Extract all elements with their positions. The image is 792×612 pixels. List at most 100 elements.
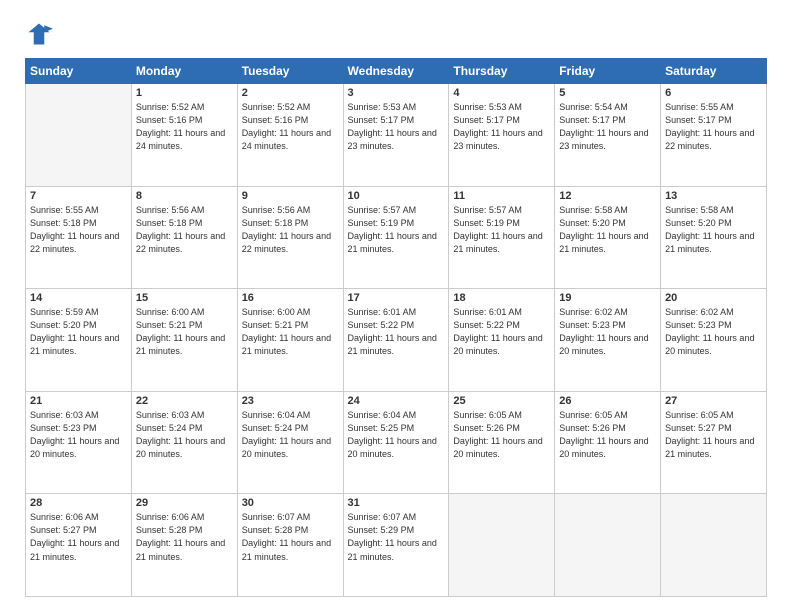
day-number: 22 bbox=[136, 395, 233, 407]
day-detail: Sunrise: 5:59 AM Sunset: 5:20 PM Dayligh… bbox=[30, 306, 127, 358]
day-number: 11 bbox=[453, 190, 550, 202]
day-detail: Sunrise: 5:55 AM Sunset: 5:18 PM Dayligh… bbox=[30, 204, 127, 256]
day-number: 10 bbox=[348, 190, 445, 202]
calendar-cell: 28Sunrise: 6:06 AM Sunset: 5:27 PM Dayli… bbox=[26, 494, 132, 597]
day-detail: Sunrise: 6:01 AM Sunset: 5:22 PM Dayligh… bbox=[348, 306, 445, 358]
calendar-cell: 19 Sunrise: 6:02 AM Sunset: 5:23 PM Dayli… bbox=[555, 289, 661, 392]
weekday-header-wednesday: Wednesday bbox=[343, 59, 449, 84]
calendar-week-4: 21 Sunrise: 6:03 AM Sunset: 5:23 PM Dayli… bbox=[26, 391, 767, 494]
calendar-week-5: 28Sunrise: 6:06 AM Sunset: 5:27 PM Dayli… bbox=[26, 494, 767, 597]
calendar-cell: 2Sunrise: 5:52 AM Sunset: 5:16 PM Daylig… bbox=[237, 84, 343, 187]
day-detail: Sunrise: 5:58 AM Sunset: 5:20 PM Dayligh… bbox=[559, 204, 656, 256]
day-number: 14 bbox=[30, 292, 127, 304]
header bbox=[25, 20, 767, 48]
calendar-cell bbox=[26, 84, 132, 187]
day-number: 17 bbox=[348, 292, 445, 304]
day-number: 26 bbox=[559, 395, 656, 407]
day-number: 15 bbox=[136, 292, 233, 304]
day-detail: Sunrise: 6:02 AM Sunset: 5:23 PM Dayligh… bbox=[665, 306, 762, 358]
calendar-cell: 14 Sunrise: 5:59 AM Sunset: 5:20 PM Dayli… bbox=[26, 289, 132, 392]
day-number: 9 bbox=[242, 190, 339, 202]
day-number: 24 bbox=[348, 395, 445, 407]
day-number: 16 bbox=[242, 292, 339, 304]
weekday-header-tuesday: Tuesday bbox=[237, 59, 343, 84]
day-detail: Sunrise: 5:55 AM Sunset: 5:17 PM Dayligh… bbox=[665, 101, 762, 153]
calendar-cell: 9 Sunrise: 5:56 AM Sunset: 5:18 PM Daylig… bbox=[237, 186, 343, 289]
day-number: 21 bbox=[30, 395, 127, 407]
calendar-cell: 31 Sunrise: 6:07 AM Sunset: 5:29 PM Dayli… bbox=[343, 494, 449, 597]
weekday-header-friday: Friday bbox=[555, 59, 661, 84]
calendar-week-2: 7 Sunrise: 5:55 AM Sunset: 5:18 PM Daylig… bbox=[26, 186, 767, 289]
day-detail: Sunrise: 6:01 AM Sunset: 5:22 PM Dayligh… bbox=[453, 306, 550, 358]
day-number: 20 bbox=[665, 292, 762, 304]
day-detail: Sunrise: 6:05 AM Sunset: 5:27 PM Dayligh… bbox=[665, 409, 762, 461]
calendar-cell: 23Sunrise: 6:04 AM Sunset: 5:24 PM Dayli… bbox=[237, 391, 343, 494]
calendar-week-3: 14 Sunrise: 5:59 AM Sunset: 5:20 PM Dayli… bbox=[26, 289, 767, 392]
calendar-cell: 6Sunrise: 5:55 AM Sunset: 5:17 PM Daylig… bbox=[661, 84, 767, 187]
calendar-cell bbox=[449, 494, 555, 597]
day-number: 29 bbox=[136, 497, 233, 509]
day-detail: Sunrise: 5:57 AM Sunset: 5:19 PM Dayligh… bbox=[453, 204, 550, 256]
day-number: 5 bbox=[559, 87, 656, 99]
day-number: 25 bbox=[453, 395, 550, 407]
weekday-header-saturday: Saturday bbox=[661, 59, 767, 84]
day-detail: Sunrise: 6:05 AM Sunset: 5:26 PM Dayligh… bbox=[559, 409, 656, 461]
weekday-header-thursday: Thursday bbox=[449, 59, 555, 84]
day-detail: Sunrise: 6:07 AM Sunset: 5:28 PM Dayligh… bbox=[242, 511, 339, 563]
page: SundayMondayTuesdayWednesdayThursdayFrid… bbox=[0, 0, 792, 612]
day-number: 3 bbox=[348, 87, 445, 99]
day-number: 23 bbox=[242, 395, 339, 407]
day-number: 4 bbox=[453, 87, 550, 99]
calendar-cell: 4 Sunrise: 5:53 AM Sunset: 5:17 PM Daylig… bbox=[449, 84, 555, 187]
logo bbox=[25, 20, 57, 48]
day-detail: Sunrise: 5:56 AM Sunset: 5:18 PM Dayligh… bbox=[136, 204, 233, 256]
day-detail: Sunrise: 5:58 AM Sunset: 5:20 PM Dayligh… bbox=[665, 204, 762, 256]
calendar-cell: 26 Sunrise: 6:05 AM Sunset: 5:26 PM Dayli… bbox=[555, 391, 661, 494]
weekday-header-row: SundayMondayTuesdayWednesdayThursdayFrid… bbox=[26, 59, 767, 84]
day-detail: Sunrise: 6:03 AM Sunset: 5:23 PM Dayligh… bbox=[30, 409, 127, 461]
calendar-cell: 21 Sunrise: 6:03 AM Sunset: 5:23 PM Dayli… bbox=[26, 391, 132, 494]
calendar-week-1: 1 Sunrise: 5:52 AM Sunset: 5:16 PM Daylig… bbox=[26, 84, 767, 187]
calendar-table: SundayMondayTuesdayWednesdayThursdayFrid… bbox=[25, 58, 767, 597]
calendar-cell: 17 Sunrise: 6:01 AM Sunset: 5:22 PM Dayli… bbox=[343, 289, 449, 392]
day-number: 2 bbox=[242, 87, 339, 99]
day-detail: Sunrise: 5:54 AM Sunset: 5:17 PM Dayligh… bbox=[559, 101, 656, 153]
calendar-cell: 1 Sunrise: 5:52 AM Sunset: 5:16 PM Daylig… bbox=[131, 84, 237, 187]
calendar-cell: 13 Sunrise: 5:58 AM Sunset: 5:20 PM Dayli… bbox=[661, 186, 767, 289]
day-number: 18 bbox=[453, 292, 550, 304]
calendar-cell: 12Sunrise: 5:58 AM Sunset: 5:20 PM Dayli… bbox=[555, 186, 661, 289]
calendar-cell: 22 Sunrise: 6:03 AM Sunset: 5:24 PM Dayli… bbox=[131, 391, 237, 494]
day-number: 28 bbox=[30, 497, 127, 509]
day-detail: Sunrise: 6:07 AM Sunset: 5:29 PM Dayligh… bbox=[348, 511, 445, 563]
day-detail: Sunrise: 6:05 AM Sunset: 5:26 PM Dayligh… bbox=[453, 409, 550, 461]
day-number: 31 bbox=[348, 497, 445, 509]
day-detail: Sunrise: 5:52 AM Sunset: 5:16 PM Dayligh… bbox=[136, 101, 233, 153]
day-number: 1 bbox=[136, 87, 233, 99]
day-number: 7 bbox=[30, 190, 127, 202]
calendar-cell: 7 Sunrise: 5:55 AM Sunset: 5:18 PM Daylig… bbox=[26, 186, 132, 289]
day-number: 27 bbox=[665, 395, 762, 407]
day-detail: Sunrise: 6:03 AM Sunset: 5:24 PM Dayligh… bbox=[136, 409, 233, 461]
weekday-header-monday: Monday bbox=[131, 59, 237, 84]
day-detail: Sunrise: 6:02 AM Sunset: 5:23 PM Dayligh… bbox=[559, 306, 656, 358]
calendar-cell bbox=[661, 494, 767, 597]
calendar-cell: 25 Sunrise: 6:05 AM Sunset: 5:26 PM Dayli… bbox=[449, 391, 555, 494]
day-number: 13 bbox=[665, 190, 762, 202]
day-detail: Sunrise: 5:53 AM Sunset: 5:17 PM Dayligh… bbox=[453, 101, 550, 153]
day-number: 30 bbox=[242, 497, 339, 509]
calendar-cell: 15Sunrise: 6:00 AM Sunset: 5:21 PM Dayli… bbox=[131, 289, 237, 392]
calendar-cell: 8 Sunrise: 5:56 AM Sunset: 5:18 PM Daylig… bbox=[131, 186, 237, 289]
day-number: 8 bbox=[136, 190, 233, 202]
calendar-cell: 3Sunrise: 5:53 AM Sunset: 5:17 PM Daylig… bbox=[343, 84, 449, 187]
day-detail: Sunrise: 6:00 AM Sunset: 5:21 PM Dayligh… bbox=[242, 306, 339, 358]
calendar-cell: 16 Sunrise: 6:00 AM Sunset: 5:21 PM Dayli… bbox=[237, 289, 343, 392]
calendar-cell: 29 Sunrise: 6:06 AM Sunset: 5:28 PM Dayli… bbox=[131, 494, 237, 597]
calendar-cell: 20 Sunrise: 6:02 AM Sunset: 5:23 PM Dayli… bbox=[661, 289, 767, 392]
calendar-cell: 5 Sunrise: 5:54 AM Sunset: 5:17 PM Daylig… bbox=[555, 84, 661, 187]
calendar-cell bbox=[555, 494, 661, 597]
calendar-cell: 10Sunrise: 5:57 AM Sunset: 5:19 PM Dayli… bbox=[343, 186, 449, 289]
day-number: 19 bbox=[559, 292, 656, 304]
day-detail: Sunrise: 6:06 AM Sunset: 5:28 PM Dayligh… bbox=[136, 511, 233, 563]
day-detail: Sunrise: 5:56 AM Sunset: 5:18 PM Dayligh… bbox=[242, 204, 339, 256]
logo-icon bbox=[25, 20, 53, 48]
